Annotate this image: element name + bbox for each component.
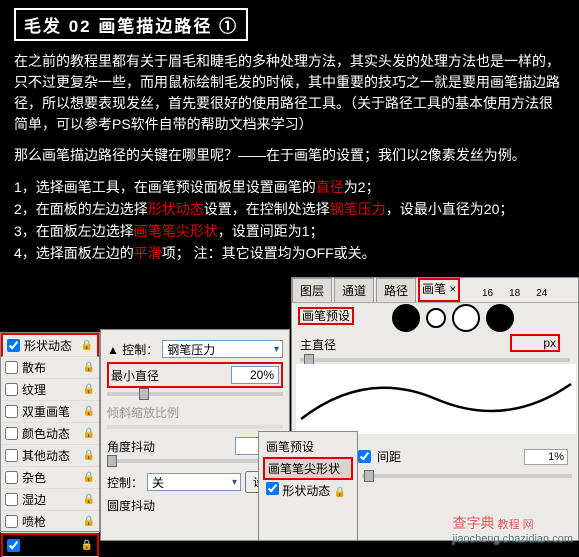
spacing-value[interactable]: 1% [524, 449, 568, 465]
option-smoothing[interactable]: 平滑🔒 [1, 533, 99, 557]
brush-tip-panel: 画笔预设 画笔笔尖形状 形状动态 🔒 [258, 431, 358, 541]
option-scattering[interactable]: 散布🔒 [1, 357, 99, 379]
brush-stroke-preview [296, 364, 576, 434]
brush-preset-header[interactable]: 画笔预设 [263, 437, 353, 456]
option-color-dynamics[interactable]: 颜色动态🔒 [1, 423, 99, 445]
min-diameter-label: 最小直径 [111, 367, 159, 384]
step-2: 2，在面板的左边选择形状动态设置，在控制处选择钢笔压力，设最小直径为20； [14, 198, 565, 220]
option-dual-brush[interactable]: 双重画笔🔒 [1, 401, 99, 423]
airbrush-checkbox[interactable] [5, 515, 18, 528]
shape-dynamics-checkbox[interactable] [7, 339, 20, 352]
brush-thumb-small[interactable] [426, 308, 446, 328]
min-diameter-slider[interactable] [139, 388, 149, 400]
intro-paragraph: 在之前的教程里都有关于眉毛和睫毛的多种处理方法，其实头发的处理方法也是一样的，只… [14, 51, 565, 135]
control-label: ▲ 控制： [107, 341, 158, 358]
wet-edges-checkbox[interactable] [5, 493, 18, 506]
brush-thumb-med[interactable] [452, 304, 480, 332]
brush-tip-shape-option[interactable]: 画笔笔尖形状 [263, 457, 353, 480]
brush-size-18: 18 [509, 288, 520, 299]
tilt-scale-label: 倾斜缩放比例 [107, 404, 179, 421]
diameter-input[interactable]: px [510, 334, 560, 352]
control2-select[interactable]: 关 [147, 473, 241, 491]
shape-dynamics-option2[interactable]: 形状动态 🔒 [263, 481, 353, 500]
tab-layers[interactable]: 图层 [292, 278, 332, 302]
diameter-label: 主直径 [300, 338, 336, 352]
option-shape-dynamics[interactable]: 形状动态🔒 [1, 333, 99, 357]
shape-dynamics-checkbox2[interactable] [266, 482, 279, 495]
brush-options-panel: 形状动态🔒 散布🔒 纹理🔒 双重画笔🔒 颜色动态🔒 其他动态🔒 杂色🔒 湿边🔒 … [0, 332, 100, 532]
brush-size-16: 16 [482, 288, 493, 299]
step-1: 1，选择画笔工具，在画笔预设面板里设置画笔的直径为2； [14, 176, 565, 198]
spacing-slider[interactable] [364, 470, 374, 482]
option-airbrush[interactable]: 喷枪🔒 [1, 511, 99, 533]
tab-channels[interactable]: 通道 [334, 278, 374, 302]
spacing-label: 间距 [377, 448, 401, 465]
step-3: 3，在面板左边选择画笔笔尖形状，设置间距为1； [14, 220, 565, 242]
scattering-checkbox[interactable] [5, 361, 18, 374]
min-diameter-value[interactable]: 20% [231, 366, 279, 384]
step-4: 4，选择面板左边的平滑项； 注：其它设置均为OFF或关。 [14, 242, 565, 264]
option-noise[interactable]: 杂色🔒 [1, 467, 99, 489]
lead-paragraph: 那么画笔描边路径的关键在哪里呢？——在于画笔的设置；我们以2像素发丝为例。 [14, 145, 565, 166]
brush-thumb-filled[interactable] [392, 304, 420, 332]
lock-icon: 🔒 [81, 340, 93, 351]
other-dynamics-checkbox[interactable] [5, 449, 18, 462]
option-other-dynamics[interactable]: 其他动态🔒 [1, 445, 99, 467]
roundness-jitter-label: 圆度抖动 [107, 497, 155, 514]
tab-brushes[interactable]: 画笔 × [418, 278, 460, 302]
control-select[interactable]: 钢笔压力 [162, 340, 283, 358]
noise-checkbox[interactable] [5, 471, 18, 484]
angle-jitter-label: 角度抖动 [107, 438, 155, 455]
option-texture[interactable]: 纹理🔒 [1, 379, 99, 401]
spacing-checkbox[interactable] [358, 450, 371, 463]
brush-thumb-filled2[interactable] [486, 304, 514, 332]
control2-label: 控制： [107, 474, 143, 491]
brush-preset-highlight: 画笔预设 [298, 307, 354, 325]
dual-brush-checkbox[interactable] [5, 405, 18, 418]
brush-size-24: 24 [536, 288, 547, 299]
tab-paths[interactable]: 路径 [376, 278, 416, 302]
page-title: 毛发 02 画笔描边路径 ① [14, 8, 248, 41]
footer-watermark: 查字典 教程 网 jiaocheng.chazidian.com [453, 513, 573, 545]
angle-jitter-slider[interactable] [107, 455, 117, 467]
option-wet-edges[interactable]: 湿边🔒 [1, 489, 99, 511]
brush-thumbnails [392, 304, 514, 332]
texture-checkbox[interactable] [5, 383, 18, 396]
color-dynamics-checkbox[interactable] [5, 427, 18, 440]
smoothing-checkbox[interactable] [7, 539, 20, 552]
